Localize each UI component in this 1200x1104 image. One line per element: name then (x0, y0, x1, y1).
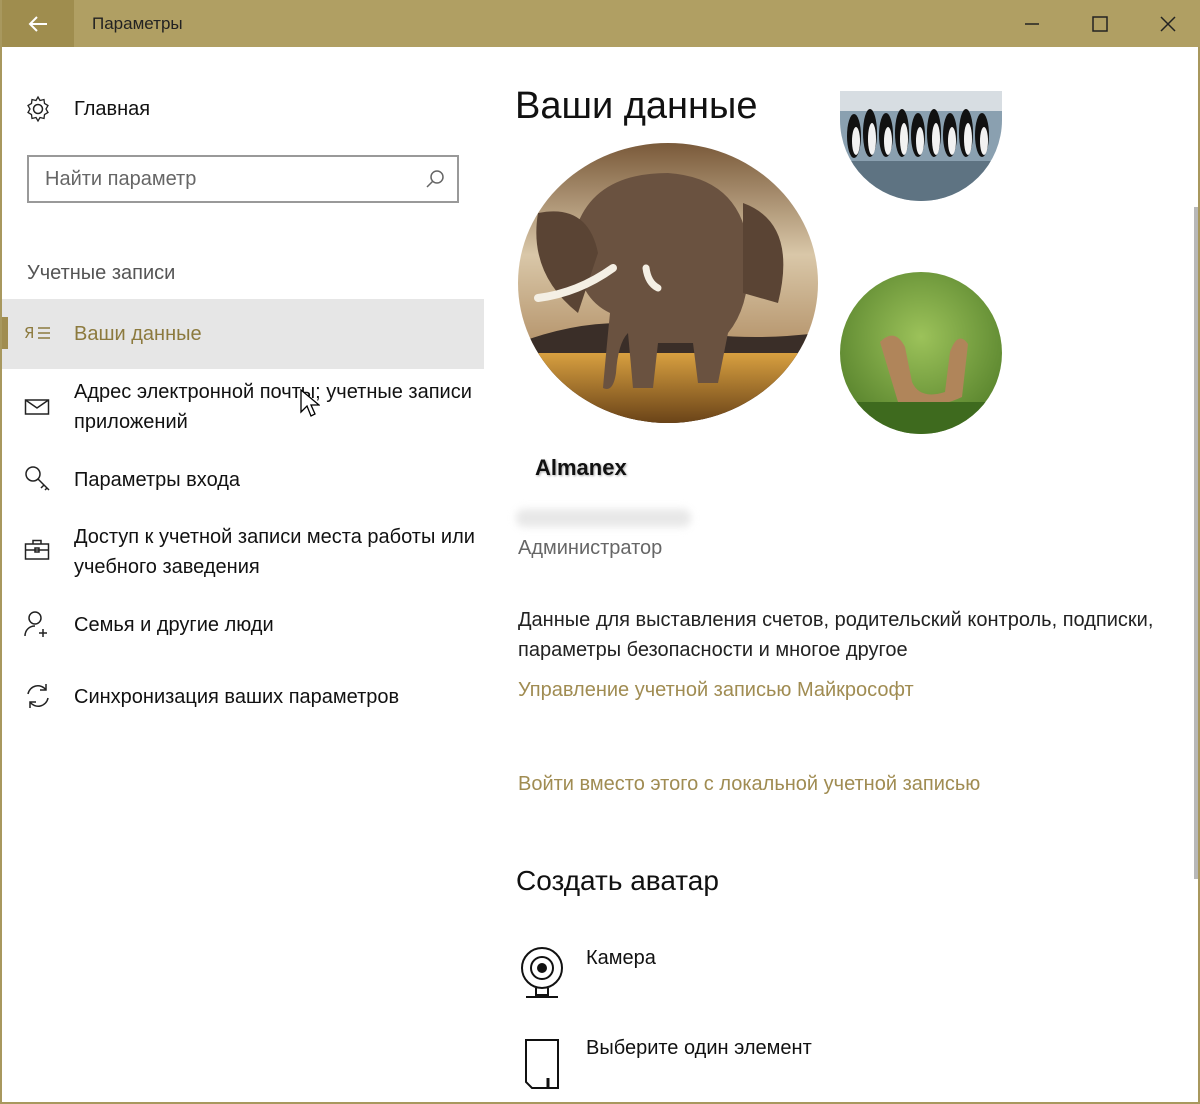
gear-icon (27, 95, 49, 123)
recent-avatar-penguins[interactable] (840, 91, 1002, 201)
search-icon (426, 170, 444, 188)
main-content: Ваши данные Almanex Администратор Данные… (484, 47, 1200, 1104)
email-redacted (516, 509, 691, 527)
sidebar-item-label: Адрес электронной почты; учетные записи … (74, 381, 472, 433)
sidebar-item-label: Семья и другие люди (74, 614, 274, 636)
page-title: Ваши данные (515, 85, 758, 127)
sync-icon (27, 684, 49, 708)
webcam-icon (521, 947, 563, 998)
create-avatar-heading: Создать аватар (516, 865, 719, 896)
key-icon (25, 466, 50, 491)
sidebar-item-your-info[interactable]: Я Ваши данные (2, 299, 484, 369)
scrollbar[interactable] (1194, 207, 1198, 879)
manage-account-link[interactable]: Управление учетной записью Майкрософт (518, 679, 914, 702)
file-browse-icon (525, 1039, 559, 1089)
sidebar-item-label: Доступ к учетной записи места работы или… (74, 526, 475, 578)
sidebar-item-sign-in-options[interactable]: Параметры входа (2, 460, 484, 500)
sidebar: Главная Учетные записи Я Ваши данные (2, 47, 484, 1104)
window-title: Параметры (92, 13, 183, 33)
camera-label: Камера (586, 947, 656, 969)
maximize-button[interactable] (1066, 0, 1134, 47)
close-button[interactable] (1134, 0, 1200, 47)
sidebar-item-sync[interactable]: Синхронизация ваших параметров (2, 677, 484, 717)
account-description: Данные для выставления счетов, родительс… (518, 609, 1154, 661)
svg-text:Я: Я (24, 324, 34, 342)
briefcase-icon (24, 539, 50, 560)
mail-icon (24, 399, 50, 415)
home-nav-item[interactable]: Главная (24, 95, 150, 123)
browse-file-label: Выберите один элемент (586, 1037, 812, 1059)
search-input[interactable] (45, 167, 405, 191)
user-info-icon: Я (24, 324, 50, 342)
local-account-link[interactable]: Войти вместо этого с локальной учетной з… (518, 773, 980, 796)
close-icon (1160, 15, 1176, 32)
maximize-icon (1092, 15, 1108, 32)
back-arrow-icon (28, 15, 47, 32)
sidebar-item-family[interactable]: Семья и другие люди (2, 605, 484, 645)
sidebar-item-email-accounts[interactable]: Адрес электронной почты; учетные записи … (2, 372, 484, 442)
section-label-accounts: Учетные записи (27, 262, 176, 284)
title-bar: Параметры (2, 0, 1200, 47)
sidebar-item-label: Параметры входа (74, 469, 241, 491)
home-label: Главная (74, 97, 151, 120)
selection-indicator (2, 317, 8, 349)
sidebar-item-label: Ваши данные (74, 323, 202, 345)
add-person-icon (24, 611, 47, 637)
settings-window: Параметры Главная Найти параметр Учетные… (0, 0, 1200, 1104)
sidebar-item-label: Синхронизация ваших параметров (74, 686, 400, 708)
user-avatar (518, 143, 818, 423)
recent-avatar-animal[interactable] (840, 272, 1002, 434)
minimize-button[interactable] (998, 0, 1066, 47)
back-button[interactable] (2, 0, 74, 47)
user-role: Администратор (518, 537, 663, 559)
minimize-icon (1025, 22, 1039, 25)
user-name: Almanex (535, 455, 627, 480)
sidebar-item-work-access[interactable]: Доступ к учетной записи места работы или… (2, 517, 484, 587)
mouse-cursor-icon (300, 389, 320, 417)
search-box[interactable] (27, 155, 459, 203)
